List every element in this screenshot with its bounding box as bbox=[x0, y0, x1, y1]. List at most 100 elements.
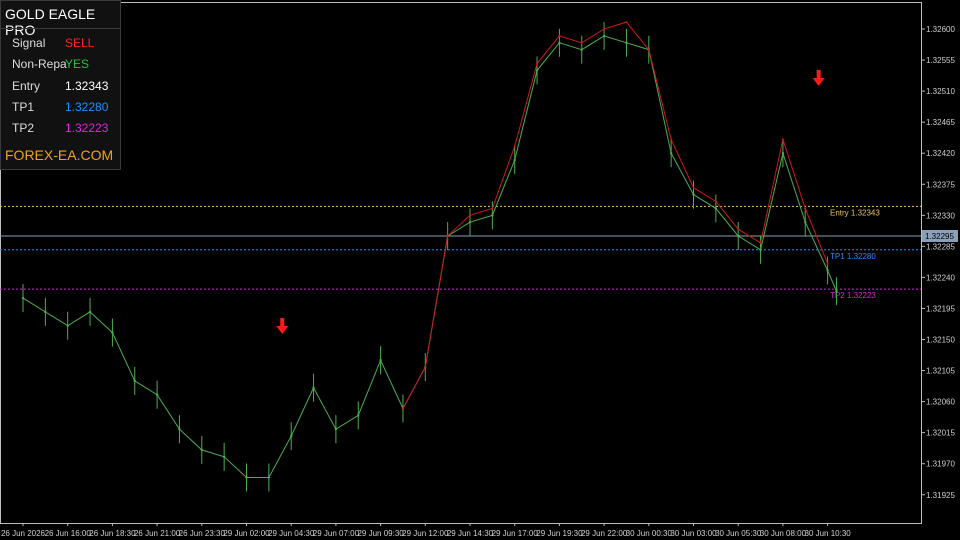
indicator-point bbox=[647, 48, 650, 51]
x-tick-label: 26 Jun 18:30 bbox=[89, 529, 136, 538]
entry-label: Entry bbox=[12, 79, 41, 93]
y-tick-label: 1.32600 bbox=[926, 25, 955, 34]
y-tick-label: 1.32420 bbox=[926, 149, 955, 158]
y-tick-label: 1.32285 bbox=[926, 242, 955, 251]
x-tick-label: 29 Jun 19:30 bbox=[536, 529, 583, 538]
indicator-point bbox=[580, 41, 583, 44]
indicator-point bbox=[692, 186, 695, 189]
price-point bbox=[513, 158, 516, 162]
x-tick-label: 30 Jun 08:00 bbox=[760, 529, 807, 538]
x-tick-label: 29 Jun 17:00 bbox=[492, 529, 539, 538]
indicator-point bbox=[625, 21, 628, 24]
price-point bbox=[759, 248, 762, 251]
x-tick-label: 30 Jun 05:30 bbox=[715, 529, 762, 538]
signal-panel: GOLD EAGLE PRO Signal SELL Non-Repa YES … bbox=[0, 0, 121, 170]
non-repaint-label: Non-Repa bbox=[12, 57, 67, 71]
indicator-point bbox=[781, 138, 784, 141]
price-point bbox=[222, 455, 226, 458]
x-tick-label: 26 Jun 21:00 bbox=[134, 529, 181, 538]
chart-frame bbox=[0, 2, 922, 524]
x-tick-label: 30 Jun 00:30 bbox=[626, 529, 673, 538]
x-tick-label: 29 Jun 04:30 bbox=[268, 529, 315, 538]
y-tick-label: 1.32555 bbox=[926, 56, 955, 65]
price-point bbox=[334, 428, 338, 431]
y-tick-label: 1.32510 bbox=[926, 87, 955, 96]
price-point bbox=[111, 331, 114, 334]
indicator-point bbox=[469, 214, 471, 217]
indicator-point bbox=[826, 262, 829, 265]
price-point bbox=[267, 476, 271, 479]
y-tick-label: 1.31970 bbox=[926, 460, 955, 469]
y-tick-label: 1.32015 bbox=[926, 429, 955, 438]
entry-value: 1.32343 bbox=[65, 79, 109, 93]
x-tick-label: 29 Jun 22:00 bbox=[581, 529, 628, 538]
price-point bbox=[826, 269, 829, 272]
x-tick-label: 29 Jun 14:30 bbox=[447, 529, 494, 538]
price-point bbox=[535, 69, 539, 72]
current-price-label: 1.32295 bbox=[925, 232, 954, 241]
price-point bbox=[714, 207, 718, 210]
tp2-label: TP2 bbox=[12, 121, 35, 135]
panel-divider bbox=[1, 28, 120, 29]
indicator-point bbox=[737, 228, 740, 231]
brand-label: FOREX-EA.COM bbox=[5, 147, 114, 163]
price-point bbox=[804, 221, 807, 224]
indicator-point bbox=[401, 407, 404, 410]
price-point bbox=[312, 386, 315, 389]
indicator-point bbox=[670, 138, 673, 141]
y-tick-label: 1.32150 bbox=[926, 336, 955, 345]
y-tick-label: 1.32465 bbox=[926, 118, 955, 127]
price-point bbox=[468, 221, 472, 224]
indicator-point bbox=[759, 241, 762, 244]
indicator-point bbox=[424, 366, 427, 369]
indicator-line bbox=[402, 21, 829, 409]
price-point bbox=[835, 290, 838, 293]
y-tick-label: 1.32105 bbox=[926, 367, 955, 376]
y-tick-label: 1.32195 bbox=[926, 304, 955, 313]
indicator-point bbox=[804, 207, 807, 210]
x-tick-label: 26 Jun 16:00 bbox=[45, 529, 92, 538]
price-point bbox=[178, 428, 181, 431]
price-point bbox=[625, 41, 628, 44]
price-point bbox=[357, 414, 360, 417]
price-point bbox=[580, 48, 583, 51]
x-tick-label: 29 Jun 07:00 bbox=[313, 529, 360, 538]
sell-arrows bbox=[276, 70, 825, 334]
price-point bbox=[781, 152, 785, 155]
price-point bbox=[379, 359, 382, 362]
indicator-point bbox=[558, 34, 561, 37]
x-tick-label: 26 Jun 23:30 bbox=[179, 529, 226, 538]
x-tick-label: 26 Jun 2026 bbox=[1, 529, 46, 538]
signal-value: SELL bbox=[65, 36, 95, 50]
level-label-0: Entry 1.32343 bbox=[830, 208, 880, 217]
price-point bbox=[692, 193, 695, 196]
price-point bbox=[88, 310, 92, 314]
price-series bbox=[21, 21, 838, 492]
y-tick-label: 1.32375 bbox=[926, 180, 955, 189]
tp2-value: 1.32223 bbox=[65, 121, 109, 135]
price-point bbox=[66, 324, 69, 327]
sell-arrow-1 bbox=[812, 70, 825, 86]
price-point bbox=[737, 234, 740, 238]
x-tick-label: 29 Jun 09:30 bbox=[357, 529, 404, 538]
price-point bbox=[21, 296, 25, 300]
sell-arrow-0 bbox=[276, 318, 289, 334]
signal-label: Signal bbox=[12, 36, 46, 50]
x-tick-label: 30 Jun 03:00 bbox=[670, 529, 717, 538]
price-point bbox=[44, 310, 47, 314]
tp1-value: 1.32280 bbox=[65, 100, 109, 114]
non-repaint-value: YES bbox=[65, 57, 90, 71]
price-point bbox=[133, 379, 136, 383]
indicator-point bbox=[491, 207, 494, 210]
price-chart: Entry 1.32343 TP1 1.32280 TP2 1.32223 1.32… bbox=[0, 2, 958, 538]
price-point bbox=[155, 393, 159, 396]
price-point bbox=[290, 434, 293, 438]
indicator-point bbox=[714, 200, 717, 203]
indicator-point bbox=[513, 145, 516, 148]
axes: 1.32600 1.32555 1.32510 1.32465 1.32420 1.323… bbox=[1, 25, 958, 538]
price-point bbox=[245, 476, 248, 479]
plot-border bbox=[0, 2, 922, 524]
x-tick-label: 29 Jun 12:00 bbox=[402, 529, 449, 538]
indicator-series bbox=[401, 21, 829, 410]
indicator-point bbox=[603, 28, 606, 30]
